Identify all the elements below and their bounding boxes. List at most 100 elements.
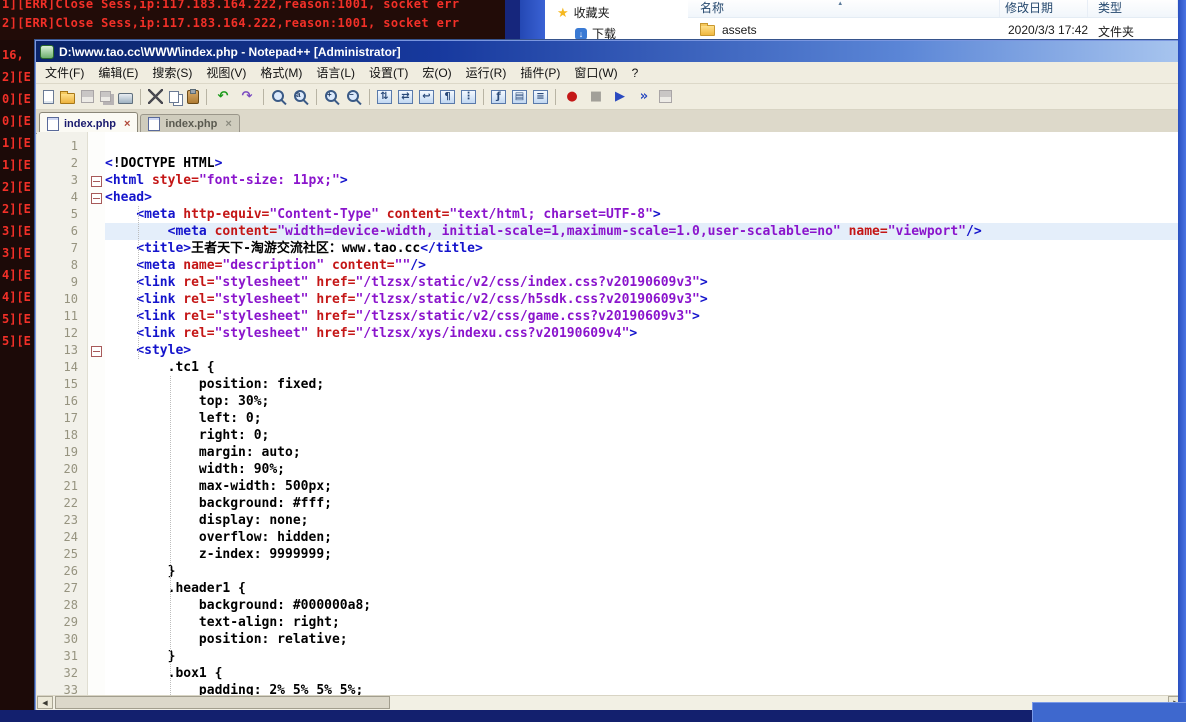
- fold-cell: [88, 206, 105, 223]
- show-all-characters-icon[interactable]: ¶: [440, 90, 455, 104]
- fold-toggle-icon[interactable]: [91, 346, 102, 357]
- code-line[interactable]: 4<head>: [37, 189, 1184, 206]
- code-line[interactable]: 13 <style>: [37, 342, 1184, 359]
- macro-record-icon[interactable]: ●: [563, 88, 581, 106]
- column-header-类型[interactable]: 类型: [1088, 0, 1178, 17]
- console-line-fragment: 3][E: [0, 220, 35, 242]
- tab-close-icon[interactable]: ×: [225, 119, 231, 129]
- tab-index.php[interactable]: index.php×: [39, 112, 138, 134]
- scrollbar-thumb[interactable]: [55, 696, 390, 709]
- replace-icon[interactable]: a: [293, 89, 309, 105]
- toolbar: ↶↷a+−⇅⇄↩¶⋮ƒ▤≡●■▶»: [36, 84, 1185, 110]
- menu-item[interactable]: 编辑(E): [91, 62, 145, 83]
- fold-cell: [88, 529, 105, 546]
- function-list-icon[interactable]: ƒ: [491, 90, 506, 104]
- code-line[interactable]: 10 <link rel="stylesheet" href="/tlzsx/s…: [37, 291, 1184, 308]
- menu-item[interactable]: 文件(F): [38, 62, 91, 83]
- code-line[interactable]: 21 max-width: 500px;: [37, 478, 1184, 495]
- code-line[interactable]: 25 z-index: 9999999;: [37, 546, 1184, 563]
- code-line[interactable]: 16 top: 30%;: [37, 393, 1184, 410]
- code-line[interactable]: 19 margin: auto;: [37, 444, 1184, 461]
- code-line[interactable]: 1: [37, 138, 1184, 155]
- code-line[interactable]: 33 padding: 2% 5% 5% 5%;: [37, 682, 1184, 695]
- tab-index.php[interactable]: index.php×: [140, 114, 239, 133]
- code-line[interactable]: 29 text-align: right;: [37, 614, 1184, 631]
- fold-cell: [88, 240, 105, 257]
- fold-toggle-icon[interactable]: [91, 193, 102, 204]
- find-icon[interactable]: [271, 89, 287, 105]
- explorer-favorites-pane: ★ 收藏夹 ↓ 下载: [545, 0, 688, 44]
- copy-icon[interactable]: [169, 91, 179, 103]
- open-file-icon[interactable]: [60, 93, 75, 104]
- code-line[interactable]: 15 position: fixed;: [37, 376, 1184, 393]
- code-line[interactable]: 17 left: 0;: [37, 410, 1184, 427]
- code-line[interactable]: 28 background: #000000a8;: [37, 597, 1184, 614]
- menu-item[interactable]: 语言(L): [309, 62, 362, 83]
- menu-item[interactable]: 搜索(S): [145, 62, 199, 83]
- line-number: 16: [37, 393, 88, 410]
- scroll-left-button[interactable]: ◀: [37, 696, 53, 709]
- redo-icon[interactable]: ↷: [238, 88, 256, 106]
- document-map-icon[interactable]: ▤: [512, 90, 527, 104]
- file-row[interactable]: assets2020/3/3 17:42文件夹: [688, 22, 1178, 40]
- zoom-out-icon[interactable]: −: [346, 89, 362, 105]
- code-line[interactable]: 3<html style="font-size: 11px;">: [37, 172, 1184, 189]
- menu-item[interactable]: 插件(P): [513, 62, 567, 83]
- code-line[interactable]: 5 <meta http-equiv="Content-Type" conten…: [37, 206, 1184, 223]
- column-header-名称[interactable]: 名称▲: [688, 0, 1000, 17]
- editor[interactable]: 12<!DOCTYPE HTML>3<html style="font-size…: [37, 132, 1184, 695]
- cut-icon[interactable]: [148, 89, 163, 104]
- code-line[interactable]: 26 }: [37, 563, 1184, 580]
- fold-cell: [88, 546, 105, 563]
- paste-icon[interactable]: [187, 90, 199, 104]
- code-line[interactable]: 30 position: relative;: [37, 631, 1184, 648]
- indent-guide-icon[interactable]: ⋮: [461, 90, 476, 104]
- code-line[interactable]: 9 <link rel="stylesheet" href="/tlzsx/st…: [37, 274, 1184, 291]
- macro-play-icon[interactable]: ▶: [611, 88, 629, 106]
- code-line[interactable]: 24 overflow: hidden;: [37, 529, 1184, 546]
- new-file-icon[interactable]: [43, 90, 54, 104]
- code-line[interactable]: 6 <meta content="width=device-width, ini…: [37, 223, 1184, 240]
- horizontal-scrollbar[interactable]: ◀ ▶: [37, 695, 1184, 710]
- code-line[interactable]: 2<!DOCTYPE HTML>: [37, 155, 1184, 172]
- doc-switcher-icon[interactable]: ≡: [533, 90, 548, 104]
- macro-run-multiple-icon[interactable]: »: [635, 88, 653, 106]
- code-line[interactable]: 20 width: 90%;: [37, 461, 1184, 478]
- code-line[interactable]: 22 background: #fff;: [37, 495, 1184, 512]
- sync-vertical-icon[interactable]: ⇅: [377, 90, 392, 104]
- column-header-修改日期[interactable]: 修改日期: [1000, 0, 1088, 17]
- fold-toggle-icon[interactable]: [91, 176, 102, 187]
- code-line[interactable]: 31 }: [37, 648, 1184, 665]
- menu-item[interactable]: ?: [625, 64, 646, 82]
- fold-cell: [88, 410, 105, 427]
- desktop: 1][ERR]Close Sess,ip:117.183.164.222,rea…: [0, 0, 1186, 722]
- menu-item[interactable]: 格式(M): [253, 62, 309, 83]
- code-line[interactable]: 32 .box1 {: [37, 665, 1184, 682]
- tab-close-icon[interactable]: ×: [124, 119, 130, 129]
- console-line-fragment: 1][E: [0, 132, 35, 154]
- favorites-item[interactable]: ★ 收藏夹: [557, 4, 610, 21]
- menu-item[interactable]: 宏(O): [415, 62, 458, 83]
- word-wrap-icon[interactable]: ↩: [419, 90, 434, 104]
- menu-item[interactable]: 设置(T): [362, 62, 415, 83]
- menu-item[interactable]: 运行(R): [459, 62, 514, 83]
- code-line[interactable]: 14 .tc1 {: [37, 359, 1184, 376]
- download-icon: ↓: [575, 28, 587, 40]
- code-line[interactable]: 11 <link rel="stylesheet" href="/tlzsx/s…: [37, 308, 1184, 325]
- code-line[interactable]: 8 <meta name="description" content=""/>: [37, 257, 1184, 274]
- code-line[interactable]: 23 display: none;: [37, 512, 1184, 529]
- print-icon[interactable]: [118, 93, 133, 104]
- menu-item[interactable]: 窗口(W): [567, 62, 624, 83]
- undo-icon[interactable]: ↶: [214, 88, 232, 106]
- code-line[interactable]: 27 .header1 {: [37, 580, 1184, 597]
- sync-horizontal-icon[interactable]: ⇄: [398, 90, 413, 104]
- zoom-in-icon[interactable]: +: [324, 89, 340, 105]
- code-line[interactable]: 7 <title>王者天下-淘游交流社区：www.tao.cc</title>: [37, 240, 1184, 257]
- code-line[interactable]: 12 <link rel="stylesheet" href="/tlzsx/x…: [37, 325, 1184, 342]
- code-line[interactable]: 18 right: 0;: [37, 427, 1184, 444]
- menu-item[interactable]: 视图(V): [199, 62, 253, 83]
- taskbar-tray-panel[interactable]: [1032, 702, 1186, 722]
- line-number: 5: [37, 206, 88, 223]
- taskbar[interactable]: [0, 710, 1186, 722]
- title-bar[interactable]: D:\www.tao.cc\WWW\index.php - Notepad++ …: [36, 41, 1185, 62]
